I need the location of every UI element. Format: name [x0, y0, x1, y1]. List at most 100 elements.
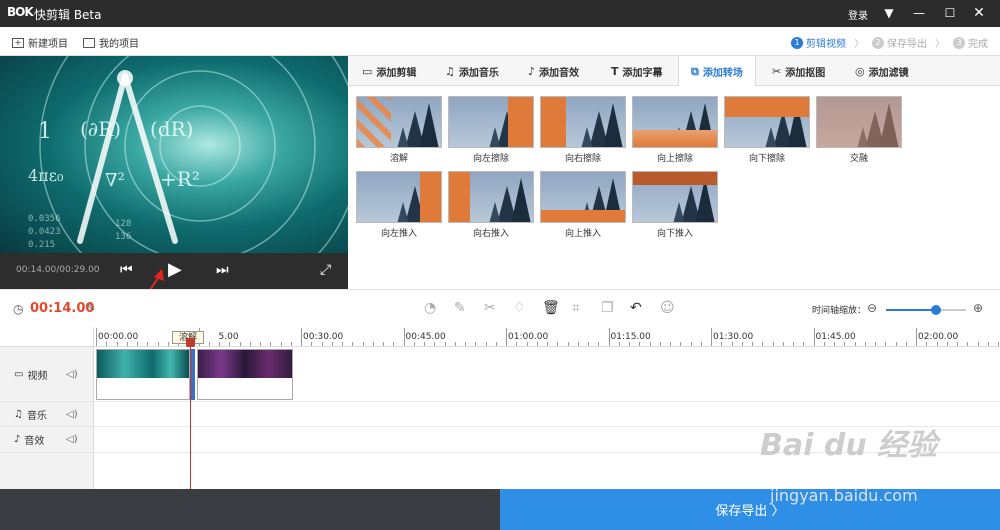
ruler-tick-label: 01:00.00: [508, 332, 549, 342]
ruler-tick: [403, 328, 405, 346]
ruler-tick: [588, 342, 589, 346]
timeline-toolbar: ◷ 00:14.00 ✎ ◔ ✎ ✂ ♢ 🗑 ⌗ ❐ ↶ ☺ 时间轴缩放： ⊖ …: [0, 289, 1000, 327]
ruler-tick: [998, 342, 999, 346]
tab-add-filter[interactable]: ◎ 添加滤镜: [855, 56, 909, 86]
video-clip-1[interactable]: [96, 349, 190, 400]
transition-thumb[interactable]: [724, 96, 810, 148]
delete-icon[interactable]: 🗑: [542, 300, 560, 316]
svg-text:(dR): (dR): [150, 117, 193, 141]
ruler-tick: [711, 328, 712, 346]
fullscreen-icon[interactable]: ⤢: [320, 262, 331, 278]
ruler-tick-label: 01:45.00: [815, 332, 856, 342]
step-indicator: 1 剪辑视频 〉 2 保存导出 〉 3 完成: [783, 35, 988, 50]
ruler-tick: [393, 342, 395, 346]
sticker-icon[interactable]: ☺: [660, 300, 675, 316]
tab-add-music[interactable]: ♫ 添加音乐: [445, 56, 499, 86]
transition-thumb[interactable]: [816, 96, 902, 148]
maximize-icon[interactable]: ☐: [937, 0, 963, 27]
pencil-icon[interactable]: ✎: [454, 300, 466, 316]
tab-add-cutout[interactable]: ✂ 添加抠图: [772, 56, 825, 86]
ruler-tick: [629, 342, 630, 346]
transition-thumb[interactable]: [632, 171, 718, 223]
new-project-button[interactable]: + 新建项目: [12, 35, 68, 50]
track-header-empty: [0, 453, 94, 489]
crop-icon[interactable]: ⌗: [572, 300, 580, 316]
transition-thumb[interactable]: [632, 96, 718, 148]
zoom-slider[interactable]: [886, 305, 966, 315]
track-header-music: ♫ 音乐 ◁): [0, 402, 94, 427]
dropdown-icon[interactable]: ▼: [876, 0, 902, 27]
bell-icon[interactable]: ♢: [513, 300, 526, 316]
save-export-button[interactable]: 保存导出 〉: [500, 489, 1000, 530]
ruler-tick: [875, 342, 876, 346]
tab-add-clip[interactable]: ▭ 添加剪辑: [362, 56, 416, 86]
timeline-ruler[interactable]: 00:00.00 5.00 00:30.00 00:45.00 01:00.00 01:1…: [94, 327, 1000, 347]
ruler-tick: [475, 342, 477, 346]
ruler-tick: [608, 328, 610, 346]
play-icon[interactable]: ▶: [168, 259, 182, 280]
edit-time-icon[interactable]: ✎: [87, 303, 95, 314]
ruler-tick: [547, 342, 548, 346]
video-clip-2[interactable]: [197, 349, 293, 400]
ruler-tick: [977, 342, 979, 346]
undo-icon[interactable]: ↶: [630, 300, 642, 316]
ruler-tick: [106, 342, 108, 346]
zoom-slider-thumb[interactable]: [930, 305, 941, 315]
track-header-sfx: ♪ 音效 ◁): [0, 427, 94, 453]
filter-icon: ◎: [855, 64, 865, 78]
next-frame-icon[interactable]: ⏭: [216, 262, 229, 278]
player-controls: 00:14.00/00:29.00 ⏮ ▶ ⏭ ⤢: [0, 253, 348, 289]
baidu-watermark: Bai du 经验: [760, 428, 938, 463]
chevron-right-icon: 〉: [935, 39, 945, 50]
ruler-tick: [905, 342, 907, 346]
ruler-tick: [342, 342, 343, 346]
transition-marker[interactable]: [191, 349, 195, 400]
step-export: 2 保存导出: [872, 35, 927, 50]
ruler-tick: [731, 342, 733, 346]
ruler-tick: [854, 342, 856, 346]
speaker-icon[interactable]: ◁): [66, 409, 78, 420]
speaker-icon[interactable]: ◁): [66, 369, 78, 380]
svg-text:(∂R): (∂R): [80, 117, 121, 141]
transition-thumb[interactable]: [540, 96, 626, 148]
ruler-tick: [680, 342, 682, 346]
ruler-tick: [536, 342, 538, 346]
ruler-tick: [700, 342, 702, 346]
speaker-icon[interactable]: ◁): [66, 434, 78, 445]
ruler-tick: [926, 342, 928, 346]
tab-add-transition[interactable]: ⧉ 添加转场: [678, 56, 756, 87]
transition-thumb[interactable]: [356, 171, 442, 223]
zoom-out-icon[interactable]: ⊖: [867, 301, 877, 315]
ruler-tick: [782, 342, 784, 346]
ruler-tick: [987, 342, 989, 346]
ruler-tick: [239, 342, 241, 346]
track-header-video: ▭ 视频 ◁): [0, 347, 94, 402]
scissors-icon[interactable]: ✂: [484, 300, 496, 316]
preview-artwork: 1 (∂R) (dR) 4πε₀ ∇² +R² 0.0356 0.0423 0.…: [28, 56, 348, 253]
my-projects-button[interactable]: 我的项目: [83, 35, 139, 50]
minimize-icon[interactable]: —: [906, 0, 932, 27]
ruler-tick: [844, 342, 846, 346]
ruler-tick: [516, 342, 518, 346]
zoom-in-icon[interactable]: ⊕: [973, 301, 983, 315]
title-bar: BOK 快剪辑 Beta 登录 ▼ — ☐ ✕: [0, 0, 1000, 27]
playhead-line[interactable]: [190, 342, 191, 489]
tab-add-sound-effect[interactable]: ♪ 添加音效: [528, 56, 579, 86]
transition-thumb[interactable]: [448, 171, 534, 223]
transition-thumb[interactable]: [356, 96, 442, 148]
ruler-tick-label: 00:45.00: [405, 332, 446, 342]
watermark-url: jingyan.baidu.com: [770, 486, 918, 505]
ruler-tick: [772, 342, 774, 346]
transition-thumb[interactable]: [540, 171, 626, 223]
tab-add-subtitle[interactable]: T 添加字幕: [611, 56, 663, 86]
playhead-handle[interactable]: [186, 338, 195, 347]
video-preview[interactable]: 1 (∂R) (dR) 4πε₀ ∇² +R² 0.0356 0.0423 0.…: [0, 56, 348, 253]
video-track[interactable]: [94, 347, 1000, 402]
copy-icon[interactable]: ❐: [601, 300, 614, 316]
transition-thumb[interactable]: [448, 96, 534, 148]
ruler-tick: [208, 342, 210, 346]
ruler-tick: [331, 342, 333, 346]
speed-icon[interactable]: ◔: [424, 300, 436, 316]
login-link[interactable]: 登录: [848, 7, 868, 22]
close-icon[interactable]: ✕: [966, 0, 992, 27]
